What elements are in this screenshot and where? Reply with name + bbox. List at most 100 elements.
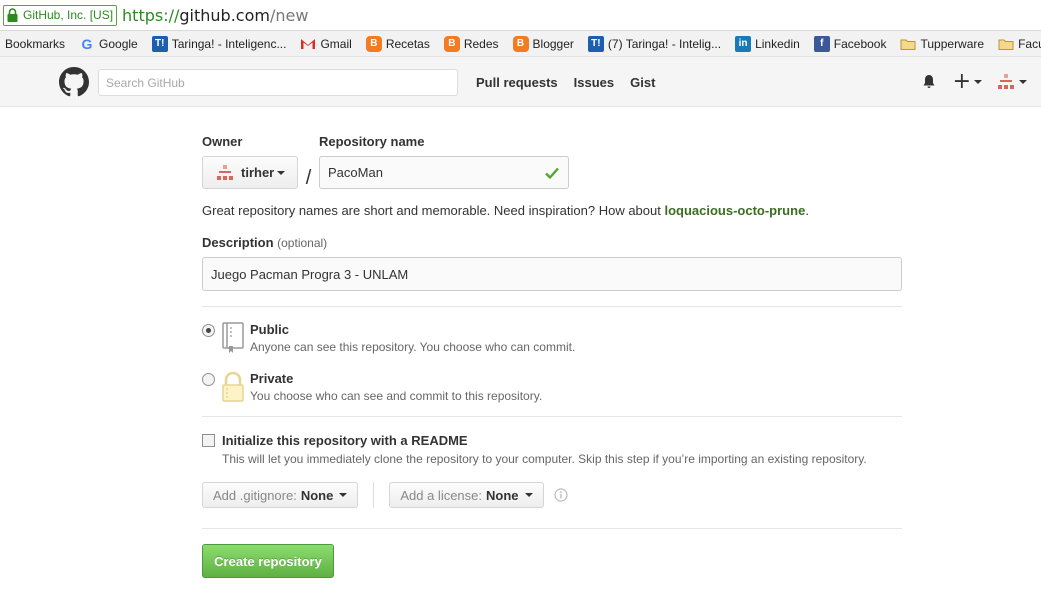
visibility-public-option[interactable]: Public Anyone can see this repository. Y… <box>202 322 902 354</box>
owner-repo-row: Owner tirher / Repository name <box>202 134 902 190</box>
bookmark-facebook[interactable]: f Facebook <box>813 35 887 52</box>
security-indicator[interactable]: GitHub, Inc. [US] <box>3 4 118 26</box>
divider <box>202 416 902 417</box>
nav-gist[interactable]: Gist <box>630 75 655 90</box>
owner-field: Owner tirher <box>202 134 298 190</box>
chevron-down-icon <box>339 493 348 497</box>
bookmark-label: Gmail <box>320 36 352 51</box>
license-value: None <box>486 487 519 503</box>
private-title: Private <box>250 371 294 386</box>
gmail-icon <box>301 38 316 49</box>
info-icon[interactable] <box>553 488 568 502</box>
bookmark-label: Facult <box>1018 36 1041 51</box>
nav-pull-requests[interactable]: Pull requests <box>476 75 558 90</box>
bookmark-label: Recetas <box>385 36 430 51</box>
new-repository-form: Owner tirher / Repository name PacoMan G… <box>202 134 902 578</box>
address-bar[interactable]: GitHub, Inc. [US] https://github.com/new <box>0 0 1041 31</box>
url-path: /new <box>269 5 309 25</box>
init-readme-description: This will let you immediately clone the … <box>222 452 867 466</box>
private-text: Private You choose who can see and commi… <box>250 371 542 403</box>
folder-icon <box>998 39 1014 50</box>
repository-name-wrap <box>319 156 569 189</box>
description-label-text: Description <box>202 235 274 250</box>
google-icon: G <box>82 36 93 52</box>
repository-name-input[interactable] <box>319 156 569 189</box>
bookmark-recetas[interactable]: B Recetas <box>365 35 430 52</box>
name-suggestion-hint: Great repository names are short and mem… <box>202 203 902 218</box>
bookmark-blogger[interactable]: B Blogger <box>512 35 574 52</box>
facebook-icon: f <box>813 35 830 52</box>
chevron-down-icon <box>524 493 533 497</box>
bookmark-google[interactable]: G Google <box>79 36 138 52</box>
github-octocat-icon[interactable] <box>59 67 89 97</box>
avatar <box>217 164 233 180</box>
template-selects: Add .gitignore: None Add a license: None <box>202 482 902 508</box>
repo-book-icon <box>222 322 244 353</box>
header-nav: Pull requests Issues Gist <box>476 57 671 107</box>
owner-select[interactable]: tirher <box>202 156 298 189</box>
gitignore-select[interactable]: Add .gitignore: None <box>202 482 359 508</box>
name-suggestion-link[interactable]: loquacious-octo-prune <box>664 203 805 218</box>
gitignore-label: Add .gitignore: <box>213 487 297 503</box>
chevron-down-icon <box>277 170 286 175</box>
search-input[interactable] <box>98 69 458 96</box>
bookmark-label: Redes <box>463 36 499 51</box>
url-scheme: https:// <box>122 5 180 25</box>
license-select[interactable]: Add a license: None <box>389 482 544 508</box>
private-radio[interactable] <box>202 373 215 386</box>
repository-name-label: Repository name <box>319 134 425 149</box>
bookmark-label: Google <box>99 36 138 51</box>
chevron-down-icon <box>974 80 982 84</box>
bookmark-tupperware[interactable]: Tupperware <box>900 36 984 52</box>
avatar <box>998 74 1014 89</box>
owner-label: Owner <box>202 134 243 149</box>
bookmark-taringa-2[interactable]: T! (7) Taringa! - Intelig... <box>587 35 722 52</box>
description-input[interactable] <box>202 257 902 291</box>
check-icon <box>545 167 559 179</box>
owner-repo-separator: / <box>305 167 312 189</box>
user-menu-dropdown[interactable] <box>996 72 1027 92</box>
init-readme-title: Initialize this repository with a README <box>222 433 468 448</box>
bookmark-label: Taringa! - Inteligenc... <box>171 36 287 51</box>
bookmark-label: Bookmarks <box>5 36 66 51</box>
lock-icon <box>222 371 244 402</box>
bookmark-taringa[interactable]: T! Taringa! - Inteligenc... <box>151 35 287 52</box>
bookmark-label: Blogger <box>532 36 574 51</box>
create-new-dropdown[interactable]: + <box>953 71 982 93</box>
bookmark-linkedin[interactable]: in Linkedin <box>735 35 800 52</box>
url-text[interactable]: https://github.com/new <box>122 6 308 25</box>
select-divider <box>373 482 375 508</box>
create-repository-button[interactable]: Create repository <box>202 544 334 578</box>
linkedin-icon: in <box>735 35 752 52</box>
github-header: Pull requests Issues Gist + <box>0 57 1041 107</box>
bookmark-label: Facebook <box>833 36 887 51</box>
chevron-down-icon <box>1019 80 1027 84</box>
gitignore-value: None <box>300 487 334 503</box>
bookmark-redes[interactable]: B Redes <box>443 35 499 52</box>
taringa-icon: T! <box>151 35 168 52</box>
public-title: Public <box>250 322 290 337</box>
bookmarks-bar: Bookmarks G Google T! Taringa! - Intelig… <box>0 31 1041 57</box>
bookmark-facult[interactable]: Facult <box>998 36 1041 52</box>
visibility-private-option[interactable]: Private You choose who can see and commi… <box>202 371 902 403</box>
bookmark-label: Linkedin <box>755 36 800 51</box>
repository-name-field: Repository name <box>319 134 569 190</box>
bookmark-gmail[interactable]: Gmail <box>300 36 352 52</box>
header-user-actions: + <box>921 57 1041 107</box>
bookmark-label: (7) Taringa! - Intelig... <box>607 36 722 51</box>
taringa-icon: T! <box>587 35 604 52</box>
divider <box>202 306 902 307</box>
init-readme-checkbox[interactable] <box>202 434 215 447</box>
init-readme-option[interactable]: Initialize this repository with a README… <box>202 433 902 466</box>
nav-issues[interactable]: Issues <box>574 75 614 90</box>
hint-text: Great repository names are short and mem… <box>202 203 665 218</box>
bookmarks-menu[interactable]: Bookmarks <box>5 37 65 51</box>
blogger-icon: B <box>365 35 382 52</box>
folder-icon <box>900 39 916 50</box>
public-radio[interactable] <box>202 324 215 337</box>
bell-icon[interactable] <box>921 74 937 90</box>
svg-text:G: G <box>82 36 93 52</box>
optional-note: (optional) <box>277 236 328 250</box>
private-description: You choose who can see and commit to thi… <box>250 389 543 403</box>
owner-value: tirher <box>241 165 275 180</box>
